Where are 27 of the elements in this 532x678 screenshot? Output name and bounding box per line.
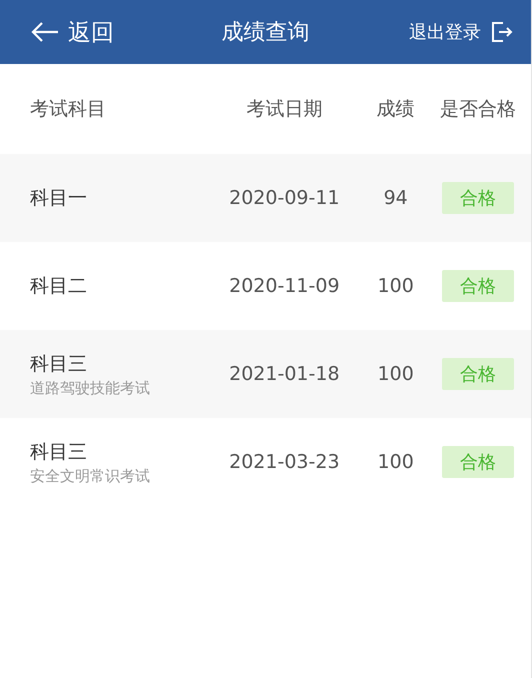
column-header: 成绩 xyxy=(376,97,416,122)
column-header: 考试科目 xyxy=(29,97,107,122)
back-button[interactable]: 返回 xyxy=(30,16,114,48)
score: 100 xyxy=(376,363,415,385)
score: 100 xyxy=(376,275,415,297)
page-title: 成绩查询 xyxy=(222,19,310,47)
exam-date: 2021-03-23 xyxy=(228,451,341,473)
score: 100 xyxy=(376,451,415,473)
exam-date: 2020-11-09 xyxy=(228,275,341,297)
score: 94 xyxy=(382,187,409,209)
logout-button[interactable]: 退出登录 xyxy=(409,20,513,44)
column-header: 考试日期 xyxy=(245,97,324,122)
subject-name: 科目三 xyxy=(30,352,88,376)
subject-description: 安全文明常识考试 xyxy=(30,466,151,486)
exam-date: 2020-09-11 xyxy=(228,187,341,209)
subject-description: 道路驾驶技能考试 xyxy=(30,378,151,398)
back-arrow-icon xyxy=(30,21,60,43)
subject-name: 科目二 xyxy=(30,274,88,299)
subject-name: 科目一 xyxy=(30,186,88,211)
subject-name: 科目三 xyxy=(30,440,88,464)
result-tag: 合格 xyxy=(442,182,514,214)
exam-date: 2021-01-18 xyxy=(228,363,341,385)
logout-icon xyxy=(489,20,513,44)
result-tag: 合格 xyxy=(442,358,514,390)
column-header: 是否合格 xyxy=(439,97,518,122)
result-tag: 合格 xyxy=(442,446,514,478)
result-tag: 合格 xyxy=(442,270,514,302)
